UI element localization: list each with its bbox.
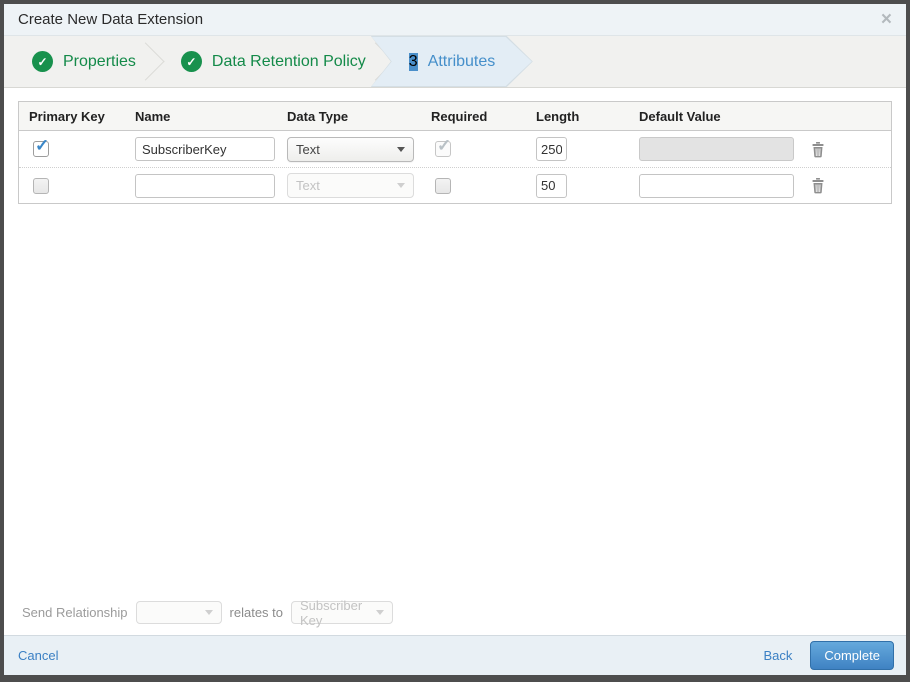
relates-to-field-select: Subscriber Key xyxy=(291,598,394,628)
attributes-content: Primary Key Name Data Type Required Leng… xyxy=(4,88,906,635)
back-link[interactable]: Back xyxy=(763,648,792,663)
caret-down-icon xyxy=(376,610,385,615)
create-data-extension-modal: Create New Data Extension × ✓ Properties… xyxy=(4,4,906,675)
wizard-steps: ✓ Properties ✓ Data Retention Policy 3 A… xyxy=(4,36,906,88)
required-checkbox[interactable] xyxy=(435,177,451,194)
send-relationship-label: Send Relationship xyxy=(22,605,128,620)
required-checkbox: ✓ xyxy=(435,136,451,157)
wizard-step-properties[interactable]: ✓ Properties xyxy=(4,36,146,87)
delete-row-button[interactable] xyxy=(810,141,826,158)
caret-down-icon xyxy=(204,610,213,615)
modal-titlebar: Create New Data Extension × xyxy=(4,4,906,36)
step-complete-icon: ✓ xyxy=(32,51,53,72)
name-input[interactable] xyxy=(135,173,275,198)
relates-to-field-value: Subscriber Key xyxy=(300,597,363,628)
attributes-table: Primary Key Name Data Type Required Leng… xyxy=(18,101,892,204)
data-type-value: Text xyxy=(296,178,320,193)
checkmark-icon: ✓ xyxy=(35,136,50,155)
default-value-input[interactable] xyxy=(639,173,794,198)
col-header-length: Length xyxy=(536,108,580,124)
step-number-badge: 3 xyxy=(408,52,418,71)
data-type-select[interactable]: Text xyxy=(287,136,414,162)
step-label: Attributes xyxy=(427,52,496,70)
step-label: Properties xyxy=(63,52,136,70)
default-value-input xyxy=(639,137,794,161)
checkmark-icon: ✓ xyxy=(437,136,452,155)
table-row: ✓ Text ✓ xyxy=(19,131,891,167)
send-relationship-select xyxy=(135,601,222,624)
wizard-step-attributes[interactable]: 3 Attributes xyxy=(371,36,533,87)
col-header-data-type: Data Type xyxy=(287,108,349,124)
modal-footer: Cancel Back Complete xyxy=(4,635,906,675)
length-input[interactable] xyxy=(536,173,567,198)
col-header-required: Required xyxy=(431,108,488,124)
delete-row-button[interactable] xyxy=(810,177,826,194)
col-header-primary-key: Primary Key xyxy=(29,108,105,124)
complete-button[interactable]: Complete xyxy=(810,641,894,670)
caret-down-icon xyxy=(397,183,405,188)
modal-title: Create New Data Extension xyxy=(18,11,204,28)
primary-key-checkbox[interactable]: ✓ xyxy=(33,136,49,157)
close-icon[interactable]: × xyxy=(881,10,892,29)
wizard-step-data-retention-policy[interactable]: ✓ Data Retention Policy xyxy=(153,36,376,87)
col-header-name: Name xyxy=(135,108,171,124)
table-row: Text xyxy=(19,167,891,203)
step-label: Data Retention Policy xyxy=(211,52,366,70)
trash-icon xyxy=(812,178,824,194)
step-complete-icon: ✓ xyxy=(180,51,202,72)
relates-to-label: relates to xyxy=(229,605,284,620)
data-type-select: Text xyxy=(287,173,414,198)
caret-down-icon xyxy=(397,146,405,152)
length-input[interactable] xyxy=(536,137,567,161)
col-header-default-value: Default Value xyxy=(639,108,721,124)
data-type-value: Text xyxy=(296,141,320,157)
primary-key-checkbox[interactable] xyxy=(33,177,49,194)
send-relationship-row: Send Relationship relates to Subscriber … xyxy=(18,598,892,635)
trash-icon xyxy=(812,141,824,157)
name-input[interactable] xyxy=(135,137,275,161)
table-header-row: Primary Key Name Data Type Required Leng… xyxy=(19,102,891,131)
cancel-link[interactable]: Cancel xyxy=(18,648,58,663)
